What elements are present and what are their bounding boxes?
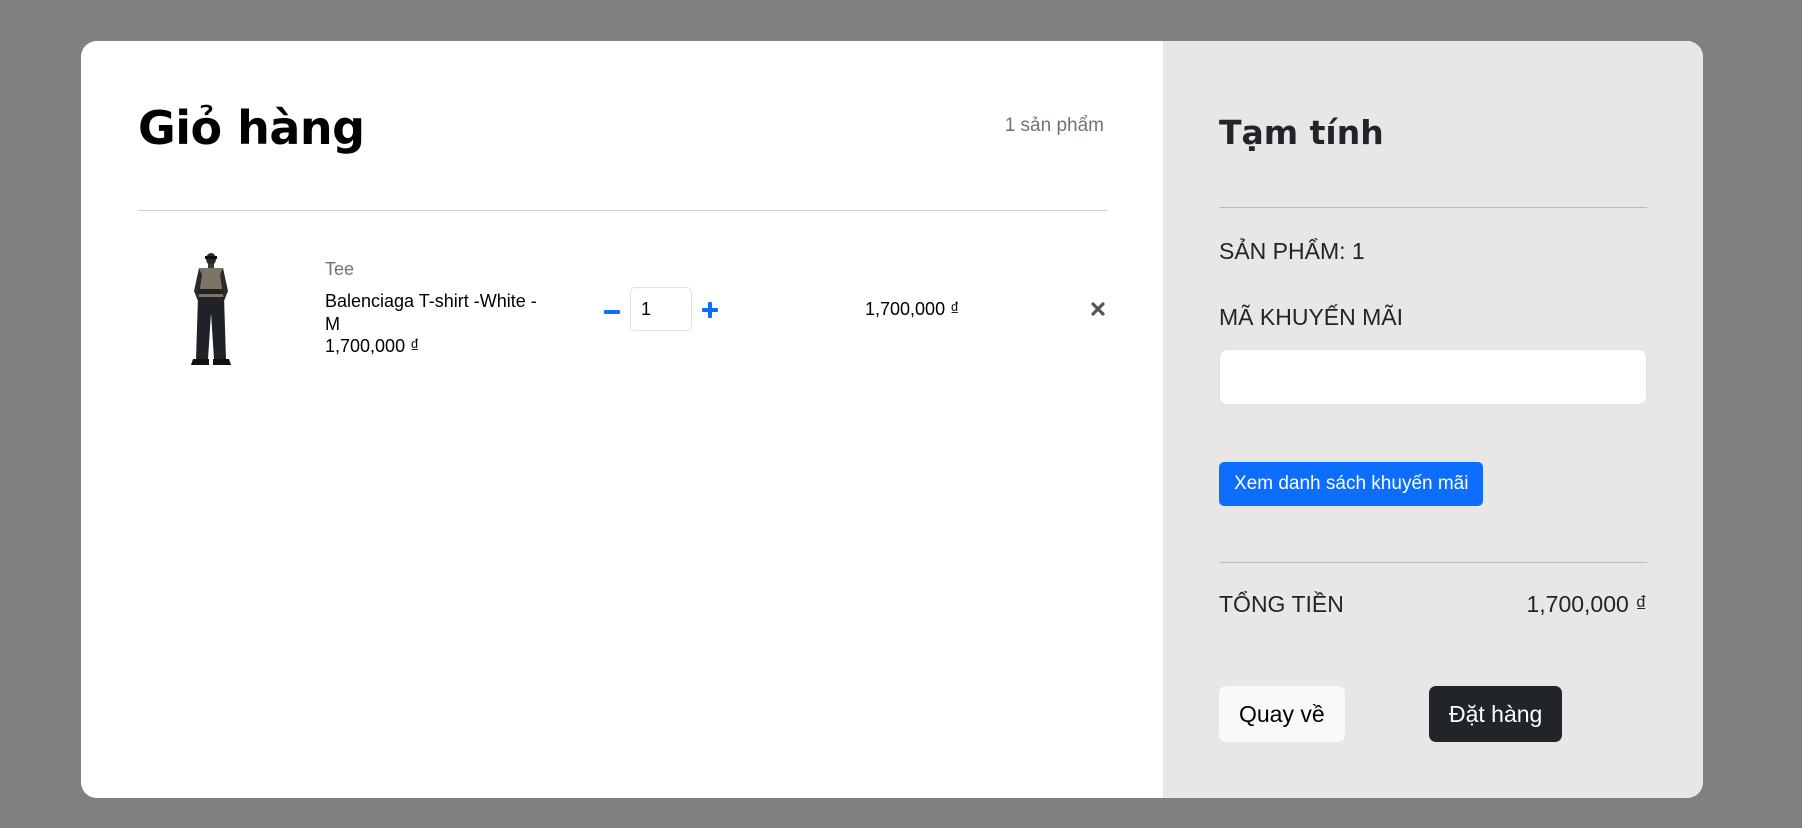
summary-title: Tạm tính xyxy=(1219,113,1384,152)
product-image xyxy=(191,253,231,365)
product-name: Balenciaga T-shirt -White - M xyxy=(325,291,537,334)
summary-item-count: SẢN PHẨM: 1 xyxy=(1219,238,1365,264)
summary-divider xyxy=(1219,207,1647,208)
cart-divider xyxy=(138,210,1107,211)
summary-panel: Tạm tính SẢN PHẨM: 1 MÃ KHUYẾN MÃI Xem d… xyxy=(1163,41,1703,798)
product-price: 1,700,000 ₫ xyxy=(325,336,420,356)
total-divider xyxy=(1219,562,1647,563)
place-order-button[interactable]: Đặt hàng xyxy=(1429,686,1563,742)
promo-code-input[interactable] xyxy=(1219,349,1647,405)
product-category: Tee xyxy=(325,259,355,279)
view-promotions-button[interactable]: Xem danh sách khuyến mãi xyxy=(1219,462,1484,506)
remove-item-icon[interactable] xyxy=(1090,301,1106,317)
back-button[interactable]: Quay về xyxy=(1219,686,1345,742)
line-total: 1,700,000 ₫ xyxy=(865,299,960,319)
cart-item-count: 1 sản phẩm xyxy=(1004,115,1104,136)
promo-code-label: MÃ KHUYẾN MÃI xyxy=(1219,304,1404,330)
quantity-input[interactable] xyxy=(630,287,692,331)
total-value: 1,700,000 ₫ xyxy=(1526,591,1647,617)
increase-quantity-button[interactable] xyxy=(701,301,719,319)
decrease-quantity-button[interactable] xyxy=(603,303,621,321)
cart-modal: Giỏ hàng 1 sản phẩm Tee Balenciaga T-shi… xyxy=(81,41,1703,798)
total-label: TỔNG TIỀN xyxy=(1219,591,1344,617)
cart-panel: Giỏ hàng 1 sản phẩm Tee Balenciaga T-shi… xyxy=(81,41,1163,798)
cart-title: Giỏ hàng xyxy=(138,101,365,155)
